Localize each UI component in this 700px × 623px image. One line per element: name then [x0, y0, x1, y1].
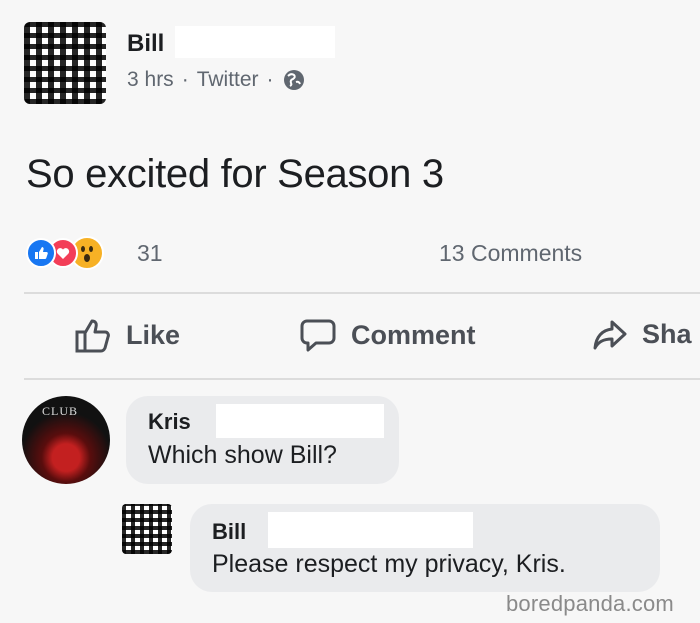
avatar-club-text: CLUB — [42, 404, 79, 418]
author-avatar[interactable] — [24, 22, 106, 104]
like-label: Like — [126, 319, 181, 350]
reply-avatar[interactable] — [122, 504, 172, 554]
comment-bubble: Kris Which show Bill? — [126, 396, 399, 484]
commenter-avatar[interactable]: CLUB — [22, 396, 110, 484]
comments-count-link[interactable]: 13 Comments — [439, 240, 582, 267]
redacted-name-block — [268, 512, 473, 548]
like-button[interactable]: Like — [74, 316, 180, 354]
reply-bubble: Bill Please respect my privacy, Kris. — [190, 504, 660, 592]
redacted-name-block — [175, 26, 335, 58]
thumbs-up-icon — [74, 316, 112, 354]
comment-label: Comment — [351, 319, 476, 350]
post-time[interactable]: 3 hrs — [127, 68, 174, 92]
reactions-summary[interactable] — [26, 236, 126, 270]
comment-button[interactable]: Comment — [299, 316, 476, 354]
share-arrow-icon — [592, 316, 628, 352]
post-text: So excited for Season 3 — [26, 152, 444, 196]
share-button[interactable]: Sha — [592, 316, 692, 352]
post-author-name[interactable]: Bill — [127, 30, 164, 58]
reply-text: Please respect my privacy, Kris. — [212, 550, 566, 578]
redacted-name-block — [216, 404, 384, 438]
divider — [24, 292, 700, 294]
like-icon — [26, 238, 56, 268]
comment-bubble-icon — [299, 316, 337, 354]
watermark: boredpanda.com — [506, 591, 674, 616]
meta-separator: · — [266, 68, 274, 91]
reply-author[interactable]: Bill — [212, 519, 246, 545]
reaction-count[interactable]: 31 — [137, 240, 163, 267]
comment-text: Which show Bill? — [148, 441, 337, 469]
globe-icon[interactable] — [282, 68, 306, 92]
comment-author[interactable]: Kris — [148, 409, 191, 435]
divider — [24, 378, 700, 380]
post-meta: 3 hrs · Twitter · — [127, 68, 306, 92]
meta-separator: · — [181, 68, 189, 91]
share-label: Sha — [642, 318, 692, 349]
post-source[interactable]: Twitter — [197, 68, 259, 92]
